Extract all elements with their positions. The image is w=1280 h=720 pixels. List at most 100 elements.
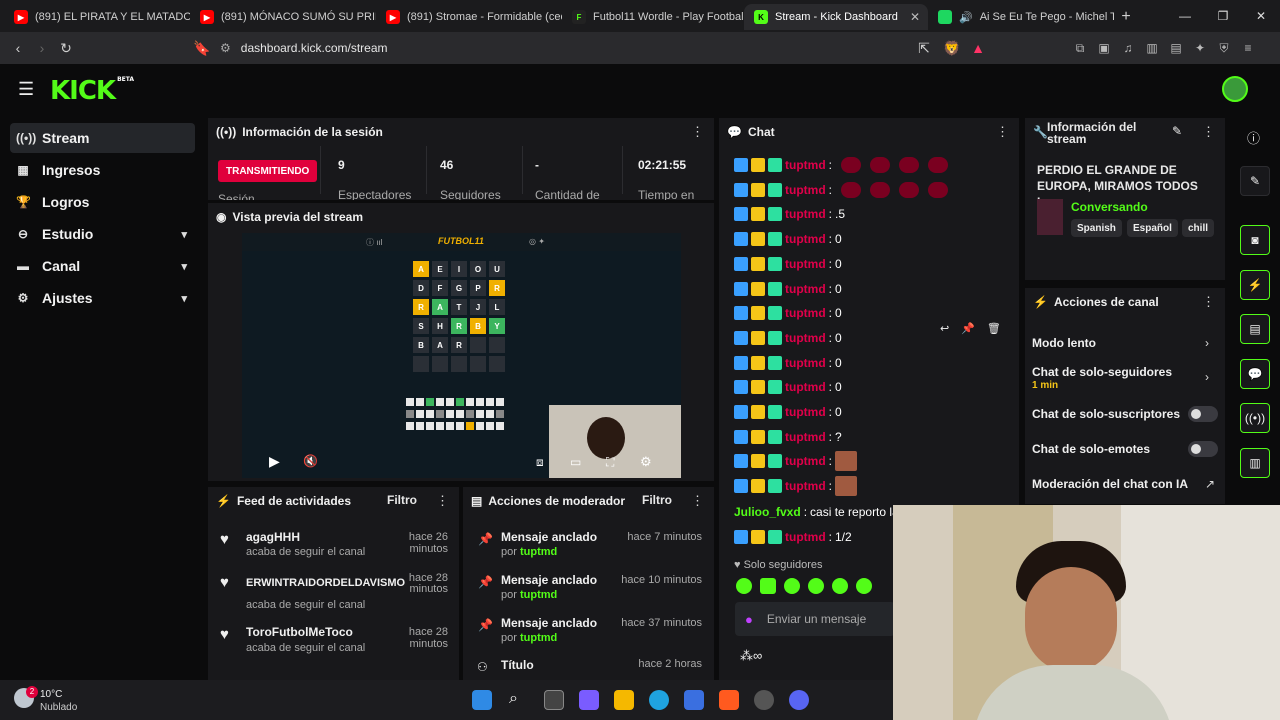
more-options-icon[interactable]: ⋮	[1202, 294, 1215, 310]
keyboard-key[interactable]	[456, 410, 464, 418]
chat-username[interactable]: tuptmd	[785, 430, 826, 444]
keyboard-key[interactable]	[486, 422, 494, 430]
chat-bubble-icon[interactable]: 💬	[1240, 359, 1270, 389]
keyboard-key[interactable]	[496, 410, 504, 418]
chat-username[interactable]: tuptmd	[785, 380, 826, 394]
keyboard-key[interactable]	[446, 422, 454, 430]
emote-icon[interactable]	[841, 181, 861, 198]
chat-username[interactable]: tuptmd	[785, 306, 826, 320]
keyboard-key[interactable]	[416, 398, 424, 406]
sidebar-item-canal[interactable]: ▬ Canal ▾	[10, 251, 195, 281]
more-options-icon[interactable]: ⋮	[1202, 124, 1215, 140]
chat-username[interactable]: Julioo_fvxd	[734, 505, 801, 519]
keyboard-key[interactable]	[426, 422, 434, 430]
reply-icon[interactable]: ↩	[940, 322, 949, 335]
search-icon[interactable]: ⌕	[509, 690, 518, 708]
vpn-icon[interactable]: ⛨	[1212, 38, 1236, 58]
chat-username[interactable]: tuptmd	[785, 282, 826, 296]
brave-icon[interactable]	[719, 690, 739, 710]
chat-message[interactable]: tuptmd:0	[734, 329, 842, 347]
more-options-icon[interactable]: ⋮	[691, 124, 704, 140]
emote-icon[interactable]	[835, 476, 857, 497]
chat-message[interactable]: tuptmd:?	[734, 428, 842, 446]
chat-message[interactable]: tuptmd:	[734, 181, 948, 199]
document-icon[interactable]: ▤	[1240, 314, 1270, 344]
emote-icon[interactable]	[760, 578, 776, 594]
keyboard-key[interactable]	[466, 398, 474, 406]
feed-item-name[interactable]: ERWINTRAIDORDELDAVISMO	[246, 577, 405, 589]
keyboard-key[interactable]	[406, 410, 414, 418]
microphone-icon[interactable]: ●	[745, 612, 753, 627]
followers-only-option[interactable]: Chat de solo-seguidores	[1032, 365, 1172, 379]
chat-username[interactable]: tuptmd	[785, 454, 826, 468]
reload-icon[interactable]: ↻	[54, 36, 78, 60]
task-view-icon[interactable]	[544, 690, 564, 710]
chat-username[interactable]: tuptmd	[785, 331, 826, 345]
moderator-name[interactable]: tuptmd	[520, 589, 557, 601]
layout-icon[interactable]: ▥	[1240, 448, 1270, 478]
theater-icon[interactable]: ▭	[570, 455, 581, 469]
extensions-icon[interactable]: ⧉	[1068, 38, 1092, 58]
mute-icon[interactable]: 🔇	[303, 454, 318, 468]
info-icon[interactable]: ⓘ	[1247, 128, 1260, 147]
pip-icon[interactable]: ⧈	[536, 455, 544, 470]
chat-username[interactable]: tuptmd	[785, 530, 826, 544]
keyboard-key[interactable]	[416, 422, 424, 430]
back-icon[interactable]: ‹	[6, 36, 30, 60]
sidebar-item-stream[interactable]: ((•)) Stream	[10, 123, 195, 153]
emote-icon[interactable]	[870, 181, 890, 198]
tag[interactable]: Spanish	[1071, 219, 1122, 237]
emote-icon[interactable]	[928, 157, 948, 173]
emote-icon[interactable]	[899, 157, 919, 173]
emotes-only-toggle[interactable]	[1188, 441, 1218, 457]
emote-icon[interactable]	[736, 578, 752, 594]
url-field[interactable]: ⚙ dashboard.kick.com/stream	[220, 36, 1020, 60]
chat-message[interactable]: Julioo_fvxd: casi te reporto la cu	[734, 503, 915, 521]
slow-mode-option[interactable]: Modo lento	[1032, 336, 1096, 350]
chat-message[interactable]: tuptmd:	[734, 476, 857, 497]
emote-icon[interactable]	[899, 181, 919, 198]
chat-settings-icon[interactable]: ⁂∞	[740, 648, 762, 664]
browser-tab[interactable]: ▶ (891) MÓNACO SUMÓ SU PRIMER	[190, 4, 376, 30]
sidebar-item-estudio[interactable]: ⊖ Estudio ▾	[10, 219, 195, 249]
discord-icon[interactable]	[789, 690, 809, 710]
emote-icon[interactable]	[928, 181, 948, 198]
keyboard-key[interactable]	[406, 398, 414, 406]
category-thumbnail[interactable]	[1037, 199, 1063, 235]
hamburger-menu-icon[interactable]: ☰	[18, 79, 34, 100]
browser-tab[interactable]: 🔊 Ai Se Eu Te Pego - Michel Teló	[928, 4, 1114, 30]
keyboard-key[interactable]	[446, 398, 454, 406]
settings-icon[interactable]: ⚙	[640, 454, 652, 470]
emote-icon[interactable]	[856, 578, 872, 594]
wallet-icon[interactable]: ▤	[1164, 38, 1188, 58]
keyboard-key[interactable]	[456, 422, 464, 430]
emote-icon[interactable]	[808, 578, 824, 594]
keyboard-key[interactable]	[436, 410, 444, 418]
keyboard-key[interactable]	[436, 398, 444, 406]
browser-tab[interactable]: ▶ (891) Stromae - Formidable (ceci n	[376, 4, 562, 30]
subscribers-only-toggle[interactable]	[1188, 406, 1218, 422]
tag[interactable]: Español	[1127, 219, 1178, 237]
keyboard-key[interactable]	[476, 398, 484, 406]
avatar[interactable]	[1222, 76, 1248, 102]
emote-icon[interactable]	[835, 451, 857, 472]
kick-logo[interactable]: KICK BETA	[50, 76, 134, 106]
moderator-name[interactable]: tuptmd	[520, 546, 557, 558]
edit-icon[interactable]: ✎	[1172, 124, 1182, 138]
chat-message[interactable]: tuptmd:0	[734, 230, 842, 248]
share-icon[interactable]: ⇱	[912, 36, 936, 60]
chat-message[interactable]: tuptmd:	[734, 451, 857, 472]
sidebar-item-ajustes[interactable]: ⚙ Ajustes ▾	[10, 283, 195, 313]
chat-message[interactable]: tuptmd:	[734, 156, 948, 174]
app-icon[interactable]	[754, 690, 774, 710]
keyboard-key[interactable]	[406, 422, 414, 430]
chat-username[interactable]: tuptmd	[785, 183, 826, 197]
site-info-icon[interactable]: ⚙	[220, 41, 231, 55]
delete-icon[interactable]: 🗑	[987, 322, 1001, 335]
more-options-icon[interactable]: ⋮	[996, 124, 1009, 140]
brave-rewards-icon[interactable]: ▲	[966, 36, 990, 60]
tag[interactable]: chill	[1182, 219, 1215, 237]
more-options-icon[interactable]: ⋮	[691, 493, 704, 509]
chat-message[interactable]: tuptmd:0	[734, 304, 842, 322]
browser-tab-active[interactable]: K Stream - Kick Dashboard ✕	[744, 4, 928, 30]
